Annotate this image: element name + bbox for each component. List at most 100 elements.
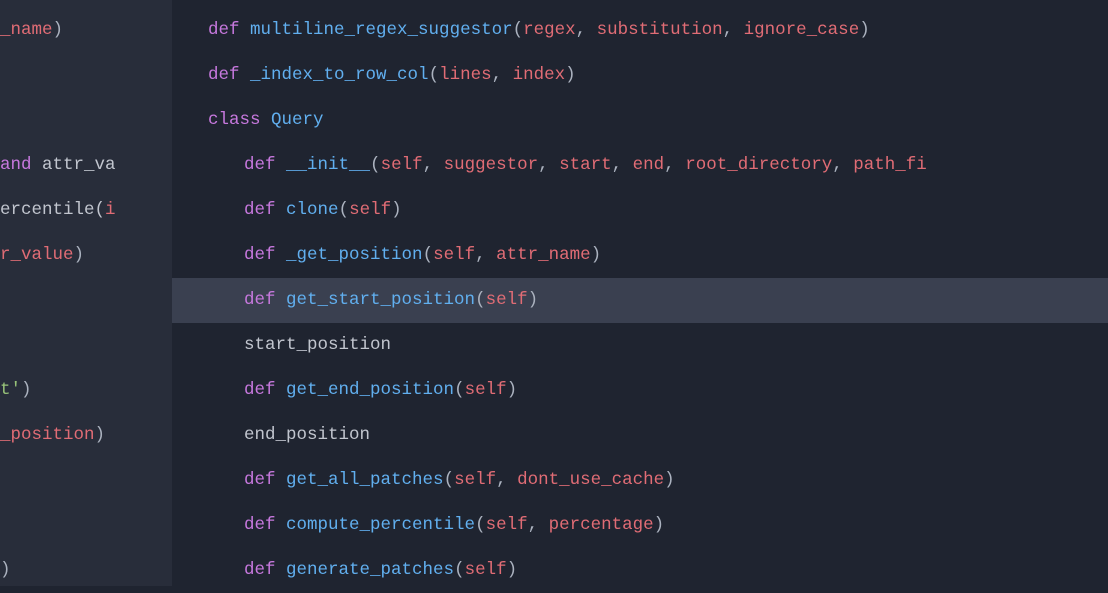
- outline-item[interactable]: class Query: [172, 98, 1108, 143]
- token-paren: ): [507, 560, 518, 580]
- editor-line: [0, 503, 172, 548]
- editor-line: [0, 278, 172, 323]
- token-param-self: self: [381, 155, 423, 175]
- editor-line: r_value): [0, 233, 172, 278]
- token-comma: ,: [492, 65, 513, 85]
- token-paren: (: [475, 290, 486, 310]
- token-paren: (: [423, 245, 434, 265]
- token-paren: ): [591, 245, 602, 265]
- outline-pane[interactable]: def multiline_regex_suggestor ( regex, sub…: [172, 0, 1108, 586]
- token-kw-def: def: [208, 65, 240, 85]
- outline-item[interactable]: def clone(self): [172, 188, 1108, 233]
- token-space: [261, 110, 272, 130]
- editor-line: _position): [0, 413, 172, 458]
- token-left-param: _position: [0, 425, 95, 445]
- token-paren: (: [370, 155, 381, 175]
- token-param-self: self: [465, 560, 507, 580]
- token-param-name: start: [559, 155, 612, 175]
- token-param-self: self: [349, 200, 391, 220]
- editor-line: t'): [0, 368, 172, 413]
- token-comma: ,: [496, 470, 517, 490]
- token-paren: (: [444, 470, 455, 490]
- token-paren: ): [391, 200, 402, 220]
- token-paren: ): [664, 470, 675, 490]
- token-comma: ,: [576, 20, 597, 40]
- token-param-self: self: [433, 245, 475, 265]
- token-kw-def: def: [244, 470, 276, 490]
- token-space: [276, 560, 287, 580]
- token-kw-def: def: [208, 20, 240, 40]
- outline-item[interactable]: end_position: [172, 413, 1108, 458]
- editor-line: ): [0, 548, 172, 586]
- token-fn-name: get_end_position: [286, 380, 454, 400]
- token-kw-def: def: [244, 560, 276, 580]
- token-fn-name: multiline_regex_suggestor: [250, 20, 513, 40]
- editor-line: ercentile(i: [0, 188, 172, 233]
- token-space: [276, 290, 287, 310]
- outline-item[interactable]: def __init__(self, suggestor, start, end…: [172, 143, 1108, 188]
- token-param-self: self: [465, 380, 507, 400]
- outline-item[interactable]: def _get_position(self, attr_name): [172, 233, 1108, 278]
- token-paren: ): [565, 65, 576, 85]
- token-param-self: self: [486, 515, 528, 535]
- token-paren: (: [454, 380, 465, 400]
- token-param-name: root_directory: [685, 155, 832, 175]
- token-paren: (: [339, 200, 350, 220]
- editor-line: _name): [0, 8, 172, 53]
- token-paren: ): [528, 290, 539, 310]
- token-space: [276, 155, 287, 175]
- token-comma: ,: [528, 515, 549, 535]
- token-param-name: dont_use_cache: [517, 470, 664, 490]
- token-paren: (: [475, 515, 486, 535]
- token-left-param: r_value: [0, 245, 74, 265]
- token-space: [240, 65, 251, 85]
- token-comma: ,: [832, 155, 853, 175]
- editor-line: [0, 98, 172, 143]
- token-param-name: index: [513, 65, 566, 85]
- token-kw-def: def: [244, 155, 276, 175]
- token-fn-name: get_all_patches: [286, 470, 444, 490]
- editor-line: [0, 458, 172, 503]
- token-paren: ): [53, 20, 64, 40]
- outline-item[interactable]: def compute_percentile(self, percentage): [172, 503, 1108, 548]
- token-space: [240, 20, 251, 40]
- token-comma: ,: [538, 155, 559, 175]
- token-attr-text: start_position: [244, 335, 391, 355]
- token-fn-name: generate_patches: [286, 560, 454, 580]
- token-comma: ,: [612, 155, 633, 175]
- outline-item[interactable]: def get_start_position(self): [172, 278, 1108, 323]
- outline-item[interactable]: def get_all_patches(self, dont_use_cache…: [172, 458, 1108, 503]
- token-fn-name: _index_to_row_col: [250, 65, 429, 85]
- token-paren: (: [429, 65, 440, 85]
- outline-item[interactable]: def multiline_regex_suggestor(regex, sub…: [172, 8, 1108, 53]
- token-left-param: _name: [0, 20, 53, 40]
- outline-item[interactable]: def generate_patches(self): [172, 548, 1108, 593]
- token-paren: ): [859, 20, 870, 40]
- token-fn-name: __init__: [286, 155, 370, 175]
- editor-line: and attr_va: [0, 143, 172, 188]
- token-param-name: regex: [523, 20, 576, 40]
- token-param-self: self: [486, 290, 528, 310]
- outline-item[interactable]: def _index_to_row_col(lines, index): [172, 53, 1108, 98]
- outline-item[interactable]: start_position: [172, 323, 1108, 368]
- editor-left-pane: _name) and attr_vaercentile(ir_value) t'…: [0, 0, 172, 586]
- token-paren: ): [21, 380, 32, 400]
- outline-item[interactable]: def get_end_position(self): [172, 368, 1108, 413]
- editor-line: [0, 323, 172, 368]
- editor-line: [0, 53, 172, 98]
- token-paren: (: [454, 560, 465, 580]
- token-left-text: attr_va: [32, 155, 116, 175]
- token-class-name: Query: [271, 110, 324, 130]
- token-param-name: ignore_case: [744, 20, 860, 40]
- token-comma: ,: [664, 155, 685, 175]
- token-comma: ,: [423, 155, 444, 175]
- token-kw-def: def: [244, 290, 276, 310]
- token-param-name: end: [633, 155, 665, 175]
- token-fn-name: _get_position: [286, 245, 423, 265]
- token-space: [276, 245, 287, 265]
- token-param-name: substitution: [597, 20, 723, 40]
- token-left-text: ercentile(: [0, 200, 105, 220]
- token-kw-class: class: [208, 110, 261, 130]
- token-left-str: t': [0, 380, 21, 400]
- token-paren: ): [95, 425, 106, 445]
